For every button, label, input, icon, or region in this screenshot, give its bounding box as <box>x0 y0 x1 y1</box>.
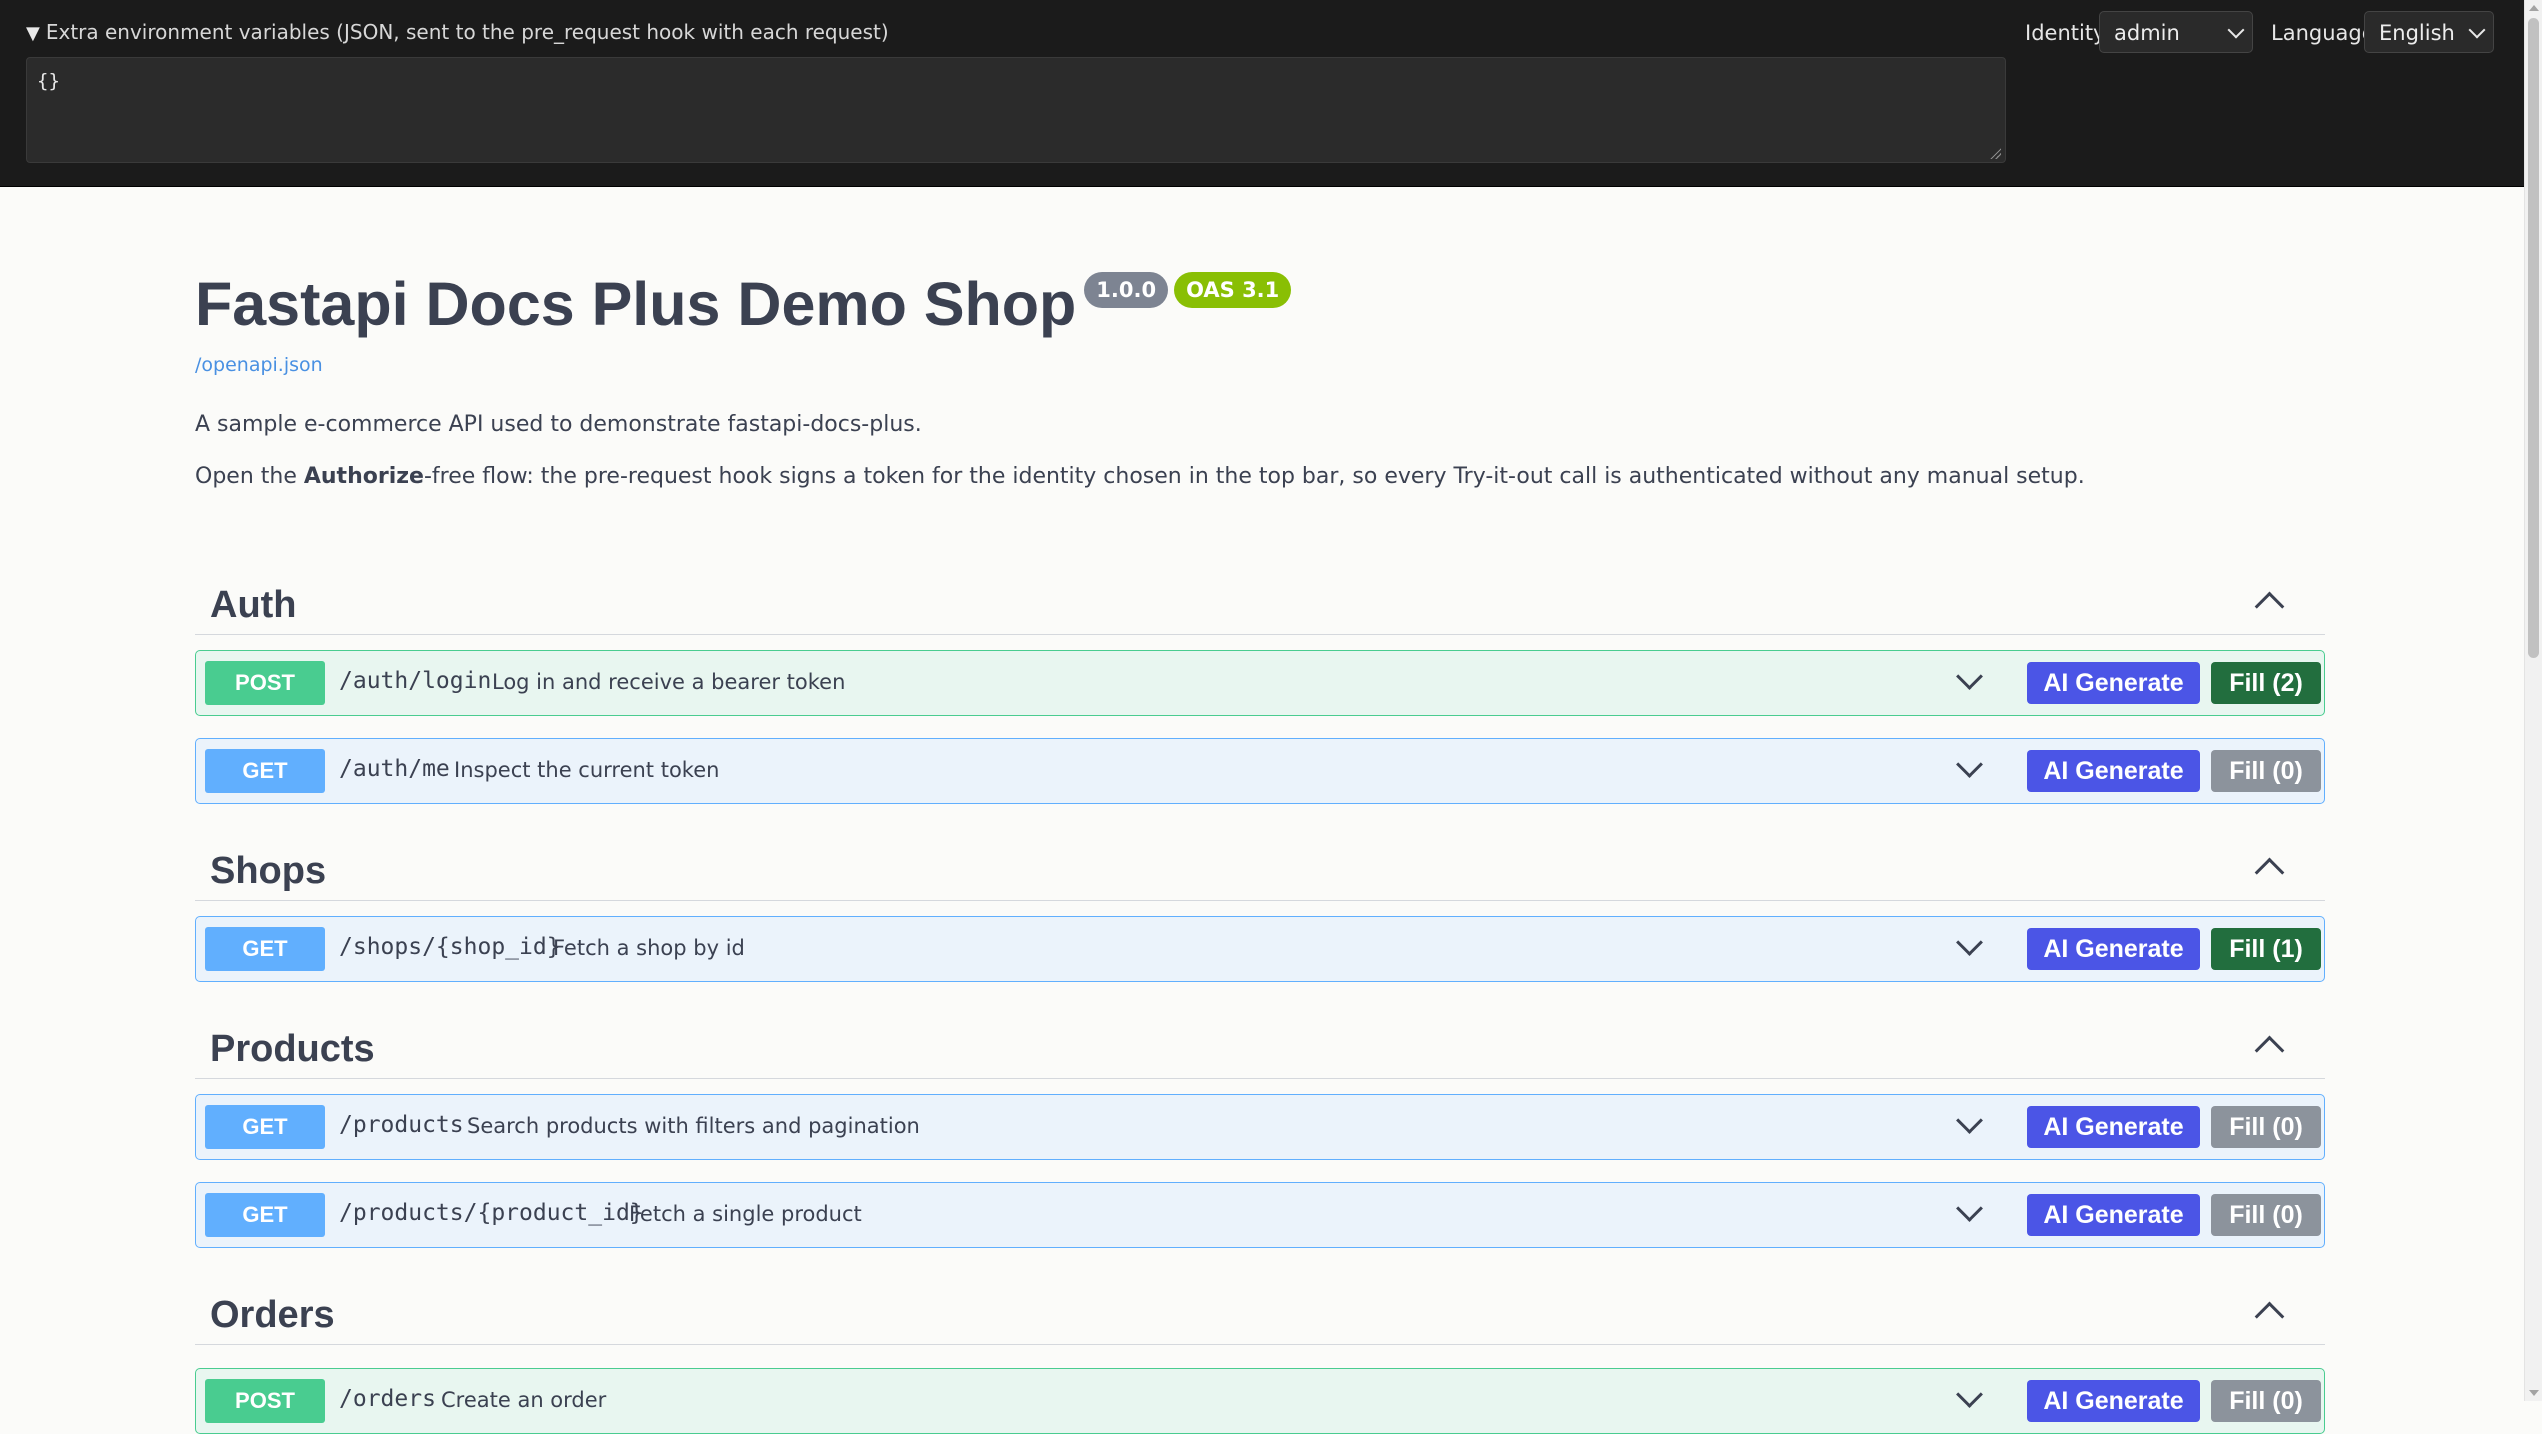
operation-row[interactable]: GET /auth/me Inspect the current token A… <box>195 738 2325 804</box>
fill-button[interactable]: Fill (0) <box>2211 1106 2321 1148</box>
chevron-down-icon[interactable] <box>1956 929 1983 956</box>
language-select-value: English <box>2379 21 2455 45</box>
chevron-down-icon <box>2468 21 2486 39</box>
tag-section-orders: Orders POST /orders Create an order AI G… <box>195 1284 2325 1434</box>
api-info: Fastapi Docs Plus Demo Shop 1.0.0 OAS 3.… <box>195 262 2325 492</box>
method-badge: GET <box>205 927 325 971</box>
fill-button[interactable]: Fill (0) <box>2211 1380 2321 1422</box>
env-vars-textarea[interactable]: {} <box>26 57 2006 163</box>
scroll-up-arrow-icon[interactable] <box>2529 5 2539 11</box>
operation-summary: Inspect the current token <box>454 758 720 782</box>
fill-button[interactable]: Fill (1) <box>2211 928 2321 970</box>
tag-header-shops[interactable]: Shops <box>195 840 2325 901</box>
operation-summary: Fetch a single product <box>629 1202 862 1226</box>
operation-summary: Create an order <box>441 1388 607 1412</box>
tag-name: Shops <box>210 850 327 892</box>
operation-path: /shops/{shop_id} <box>339 934 561 960</box>
chevron-down-icon[interactable] <box>1956 751 1983 778</box>
ai-generate-button[interactable]: AI Generate <box>2027 928 2200 970</box>
ai-generate-button[interactable]: AI Generate <box>2027 1194 2200 1236</box>
ai-generate-button[interactable]: AI Generate <box>2027 750 2200 792</box>
chevron-up-icon[interactable] <box>2254 1035 2285 1066</box>
operation-summary: Fetch a shop by id <box>553 936 745 960</box>
page-scrollbar[interactable] <box>2524 0 2542 1401</box>
operation-row[interactable]: GET /products/{product_id} Fetch a singl… <box>195 1182 2325 1248</box>
oas-badge: OAS 3.1 <box>1174 272 1292 308</box>
title-row: Fastapi Docs Plus Demo Shop 1.0.0 OAS 3.… <box>195 262 2325 346</box>
operation-row[interactable]: GET /shops/{shop_id} Fetch a shop by id … <box>195 916 2325 982</box>
chevron-down-icon[interactable] <box>1956 1195 1983 1222</box>
ai-generate-button[interactable]: AI Generate <box>2027 1106 2200 1148</box>
operation-row[interactable]: GET /products Search products with filte… <box>195 1094 2325 1160</box>
ai-generate-button[interactable]: AI Generate <box>2027 662 2200 704</box>
fill-button[interactable]: Fill (2) <box>2211 662 2321 704</box>
method-badge: GET <box>205 749 325 793</box>
env-vars-label: Extra environment variables (JSON, sent … <box>45 20 889 44</box>
operation-summary: Search products with filters and paginat… <box>467 1114 920 1138</box>
scrollbar-thumb[interactable] <box>2528 18 2539 658</box>
method-badge: GET <box>205 1105 325 1149</box>
tag-name: Products <box>210 1028 375 1070</box>
chevron-down-icon <box>2227 21 2245 39</box>
scroll-down-arrow-icon[interactable] <box>2529 1390 2539 1396</box>
identity-label: Identity <box>2025 21 2106 45</box>
language-label: Language <box>2271 21 2375 45</box>
env-vars-toggle[interactable]: ▼ Extra environment variables (JSON, sent… <box>26 20 889 44</box>
method-badge: POST <box>205 1379 325 1423</box>
operation-summary: Log in and receive a bearer token <box>492 670 846 694</box>
chevron-down-icon[interactable] <box>1956 1107 1983 1134</box>
chevron-up-icon[interactable] <box>2254 591 2285 622</box>
operation-path: /auth/login <box>339 668 492 694</box>
operation-path: /auth/me <box>339 756 450 782</box>
operation-path: /products/{product_id} <box>339 1200 644 1226</box>
operation-row[interactable]: POST /orders Create an order AI Generate… <box>195 1368 2325 1434</box>
env-vars-value: {} <box>37 70 60 92</box>
tag-section-auth: Auth POST /auth/login Log in and receive… <box>195 574 2325 804</box>
flow-text-post: -free flow: the pre-request hook signs a… <box>423 464 2085 489</box>
triangle-down-icon: ▼ <box>26 23 40 44</box>
operation-path: /orders <box>339 1386 436 1412</box>
tag-name: Orders <box>210 1294 335 1336</box>
method-badge: GET <box>205 1193 325 1237</box>
identity-select[interactable]: admin <box>2099 11 2253 53</box>
chevron-up-icon[interactable] <box>2254 857 2285 888</box>
language-select[interactable]: English <box>2364 11 2494 53</box>
chevron-down-icon[interactable] <box>1956 1381 1983 1408</box>
tag-header-products[interactable]: Products <box>195 1018 2325 1079</box>
flow-text-pre: Open the <box>195 464 304 489</box>
resize-grip-icon[interactable] <box>1989 147 2001 159</box>
chevron-down-icon[interactable] <box>1956 663 1983 690</box>
ai-generate-button[interactable]: AI Generate <box>2027 1380 2200 1422</box>
operation-row[interactable]: POST /auth/login Log in and receive a be… <box>195 650 2325 716</box>
tag-section-shops: Shops GET /shops/{shop_id} Fetch a shop … <box>195 840 2325 982</box>
tag-header-orders[interactable]: Orders <box>195 1284 2325 1345</box>
page-title: Fastapi Docs Plus Demo Shop <box>195 270 1077 338</box>
openapi-json-link[interactable]: /openapi.json <box>195 354 2325 376</box>
chevron-up-icon[interactable] <box>2254 1301 2285 1332</box>
tag-header-auth[interactable]: Auth <box>195 574 2325 635</box>
identity-select-value: admin <box>2114 21 2180 45</box>
method-badge: POST <box>205 661 325 705</box>
version-badge: 1.0.0 <box>1084 272 1169 308</box>
fill-button[interactable]: Fill (0) <box>2211 1194 2321 1236</box>
top-bar: ▼ Extra environment variables (JSON, sent… <box>0 0 2525 187</box>
operation-path: /products <box>339 1112 464 1138</box>
fill-button[interactable]: Fill (0) <box>2211 750 2321 792</box>
api-description-flow: Open the Authorize-free flow: the pre-re… <box>195 462 2325 492</box>
tag-name: Auth <box>210 584 297 626</box>
api-description: A sample e-commerce API used to demonstr… <box>195 412 922 437</box>
flow-text-bold: Authorize <box>303 464 424 489</box>
tag-section-products: Products GET /products Search products w… <box>195 1018 2325 1248</box>
